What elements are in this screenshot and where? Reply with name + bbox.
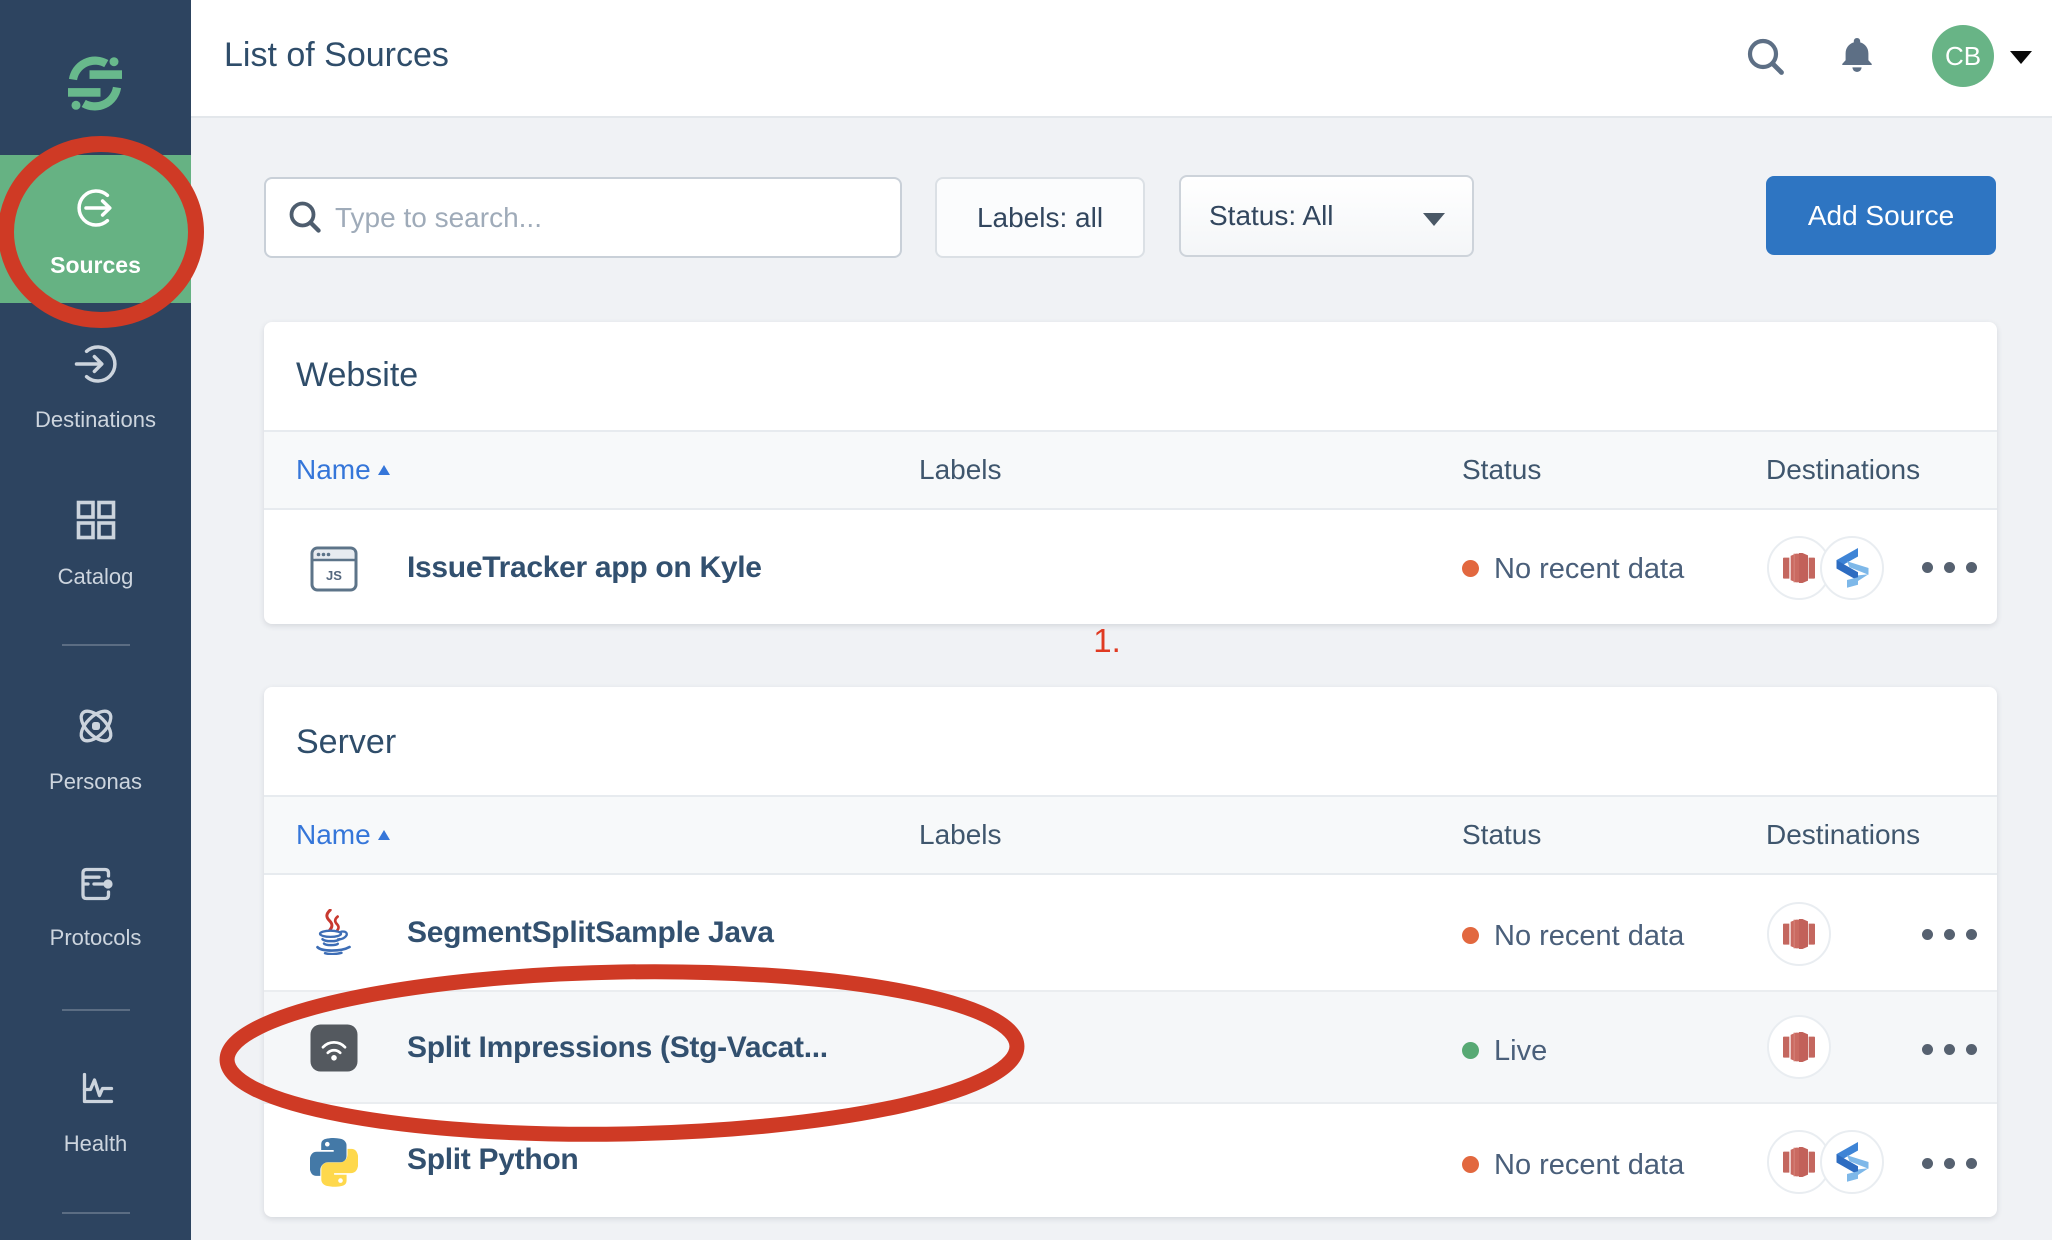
svg-text:JS: JS — [326, 568, 342, 583]
